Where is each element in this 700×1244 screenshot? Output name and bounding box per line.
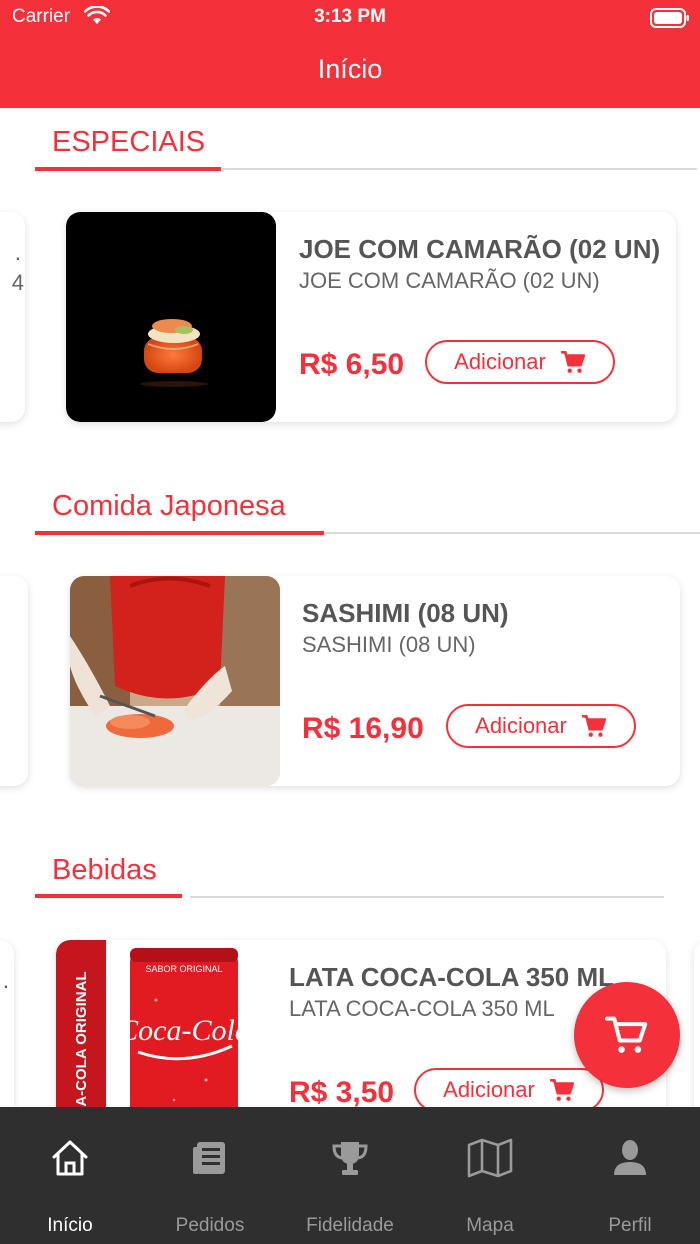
cart-icon: [560, 350, 585, 373]
add-to-cart-button[interactable]: Adicionar: [425, 340, 615, 384]
tab-label: Início: [47, 1215, 93, 1236]
person-icon: [614, 1140, 646, 1175]
section-underline: [35, 894, 182, 898]
product-price: R$ 3,50: [289, 1076, 395, 1109]
product-card[interactable]: JOE COM CAMARÃO (02 UN) JOE COM CAMARÃO …: [66, 212, 676, 422]
peek-text: .: [14, 240, 21, 265]
add-to-cart-button[interactable]: Adicionar: [414, 1068, 604, 1112]
tab-label: Fidelidade: [306, 1215, 394, 1236]
status-time: 3:13 PM: [314, 6, 386, 27]
can-top-text: SABOR ORIGINAL: [145, 964, 222, 974]
battery-icon: [650, 8, 689, 28]
section-title-bebidas: Bebidas: [52, 854, 157, 886]
status-bar: Carrier 3:13 PM: [0, 0, 700, 36]
home-icon: [52, 1140, 88, 1176]
shopping-cart-icon: [605, 1016, 648, 1053]
orders-icon: [193, 1142, 225, 1174]
section-title-especiais: ESPECIAIS: [52, 126, 206, 158]
tab-label: Perfil: [608, 1215, 652, 1236]
bottom-tab-bar: Início Pedidos Fidelidade Mapa Perfil: [0, 1107, 700, 1244]
cart-icon: [581, 714, 606, 737]
product-name: SASHIMI (08 UN): [302, 598, 509, 628]
peek-text: .: [2, 968, 9, 993]
add-button-label: Adicionar: [454, 349, 546, 374]
tab-fidelidade[interactable]: Fidelidade: [280, 1107, 420, 1244]
product-image: [70, 576, 280, 786]
map-icon: [467, 1138, 513, 1178]
product-name: LATA COCA-COLA 350 ML: [289, 962, 614, 992]
trophy-icon: [332, 1142, 368, 1175]
add-button-label: Adicionar: [443, 1077, 535, 1102]
sashimi-chef-image: [70, 576, 280, 786]
section-underline: [35, 531, 324, 535]
page-title: Início: [317, 54, 383, 84]
section-divider: [221, 168, 697, 170]
section-divider: [190, 896, 664, 898]
product-description: JOE COM CAMARÃO (02 UN): [299, 268, 600, 293]
previous-product-card[interactable]: . 4: [0, 212, 25, 422]
previous-product-card[interactable]: [0, 576, 28, 786]
product-card[interactable]: SASHIMI (08 UN) SASHIMI (08 UN) R$ 16,90…: [70, 576, 680, 786]
product-price: R$ 6,50: [299, 348, 405, 381]
product-description: LATA COCA-COLA 350 ML: [289, 996, 555, 1021]
tab-label: Mapa: [466, 1215, 514, 1236]
tab-inicio[interactable]: Início: [0, 1107, 140, 1244]
add-to-cart-button[interactable]: Adicionar: [446, 704, 636, 748]
can-brand-text: Coca-Cola: [118, 1014, 250, 1047]
product-description: SASHIMI (08 UN): [302, 632, 476, 657]
section-divider: [324, 532, 700, 534]
cart-icon: [549, 1078, 574, 1101]
tab-perfil[interactable]: Perfil: [560, 1107, 700, 1244]
tab-label: Pedidos: [175, 1215, 245, 1236]
product-image: [66, 212, 276, 422]
peek-text: 4: [11, 270, 24, 295]
product-name: JOE COM CAMARÃO (02 UN): [299, 234, 661, 264]
cart-fab-button[interactable]: [574, 982, 680, 1088]
section-underline: [35, 167, 221, 171]
section-title-comida-japonesa: Comida Japonesa: [52, 490, 286, 522]
tab-mapa[interactable]: Mapa: [420, 1107, 560, 1244]
add-button-label: Adicionar: [475, 713, 567, 738]
app-header: Carrier 3:13 PM Início: [0, 0, 700, 108]
product-price: R$ 16,90: [302, 712, 424, 745]
sushi-image: [140, 319, 208, 387]
tab-pedidos[interactable]: Pedidos: [140, 1107, 280, 1244]
